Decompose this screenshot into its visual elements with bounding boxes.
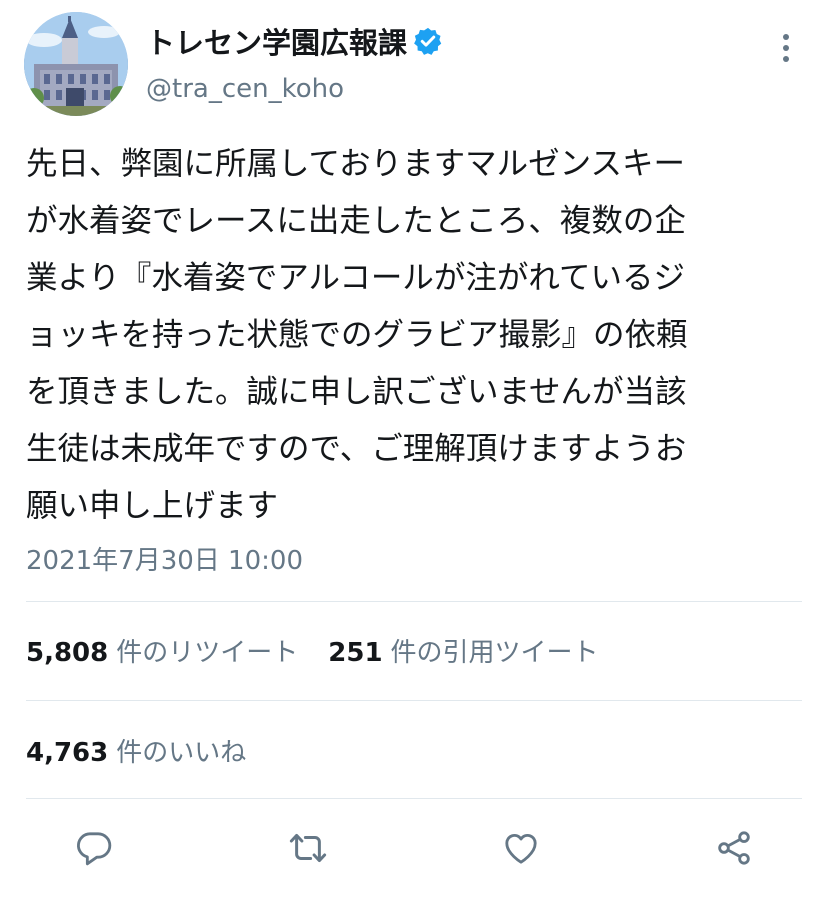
reply-button[interactable] [70, 824, 118, 872]
likes-stats: 4,763 件のいいね [26, 732, 246, 769]
tweet-text-line: 先日、弊園に所属しておりますマルゼンスキー [26, 146, 685, 182]
tweet-text-line: を頂きました。誠に申し訳ございませんが当該 [26, 374, 687, 410]
likes-label: 件のいいね [116, 738, 247, 768]
like-button[interactable] [497, 824, 545, 872]
divider [26, 798, 802, 799]
tweet-actions-bar [0, 824, 828, 872]
verified-badge-icon [414, 27, 442, 55]
avatar[interactable] [24, 12, 128, 116]
account-name-row[interactable]: トレセン学園広報課 [146, 20, 443, 62]
retweet-quote-stats: 5,808 件のリツイート 251 件の引用ツイート [26, 632, 599, 669]
quotes-label: 件の引用ツイート [390, 638, 599, 668]
tweet-text-line: 生徒は未成年ですので、ご理解頂けますようお [26, 431, 687, 467]
quotes-stat[interactable]: 251 件の引用ツイート [328, 638, 598, 668]
quotes-count: 251 [328, 638, 383, 668]
account-handle[interactable]: @tra_cen_koho [146, 74, 344, 104]
share-button[interactable] [710, 824, 758, 872]
dot-icon [783, 56, 789, 62]
tweet-text-line: 業より『水着姿でアルコールが注がれているジ [26, 260, 685, 296]
more-options-icon[interactable] [770, 28, 802, 68]
display-name[interactable]: トレセン学園広報課 [146, 20, 407, 62]
tweet-text-line: ョッキを持った状態でのグラビア撮影』の依頼 [26, 317, 688, 353]
tweet-text: 先日、弊園に所属しておりますマルゼンスキー が水着姿でレースに出走したところ、複… [26, 136, 816, 535]
divider [26, 700, 802, 701]
likes-stat[interactable]: 4,763 件のいいね [26, 738, 246, 768]
retweet-button[interactable] [284, 824, 332, 872]
reply-icon [77, 832, 112, 866]
retweets-stat[interactable]: 5,808 件のリツイート [26, 638, 298, 668]
avatar-image [24, 12, 128, 116]
retweets-count: 5,808 [26, 638, 109, 668]
tweet-text-line: が水着姿でレースに出走したところ、複数の企 [26, 203, 686, 239]
likes-count: 4,763 [26, 738, 109, 768]
tweet-text-line: 願い申し上げます [26, 488, 279, 524]
retweet-icon [289, 833, 327, 863]
divider [26, 601, 802, 602]
retweets-label: 件のリツイート [116, 638, 299, 668]
like-icon [505, 834, 537, 864]
share-icon [718, 831, 750, 865]
dot-icon [783, 45, 789, 51]
tweet-timestamp[interactable]: 2021年7月30日 10:00 [26, 540, 303, 577]
dot-icon [783, 34, 789, 40]
